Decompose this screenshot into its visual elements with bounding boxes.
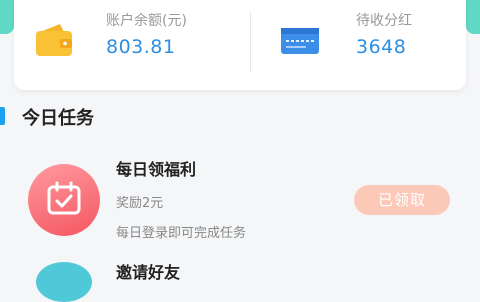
invite-icon xyxy=(36,262,92,302)
section-marker xyxy=(0,107,5,125)
balance-value: 803.81 xyxy=(106,36,176,58)
task-description: 每日登录即可完成任务 xyxy=(116,226,247,241)
header-accent-right xyxy=(466,0,480,34)
dividend-label: 待收分红 xyxy=(356,13,412,29)
calendar-check-icon xyxy=(28,164,100,236)
task-reward: 奖励2元 xyxy=(116,196,164,211)
dividend-value: 3648 xyxy=(356,36,407,58)
task-title: 每日领福利 xyxy=(116,160,197,179)
task-title: 邀请好友 xyxy=(116,263,181,282)
stat-divider xyxy=(250,12,251,72)
balance-label: 账户余额(元) xyxy=(106,13,187,29)
balance-stat[interactable]: 账户余额(元) 803.81 xyxy=(14,0,250,90)
header-accent-left xyxy=(0,0,14,34)
section-title: 今日任务 xyxy=(22,108,94,129)
wallet-icon xyxy=(36,24,72,56)
claimed-button[interactable]: 已领取 xyxy=(354,185,450,215)
ticket-icon xyxy=(281,28,319,54)
dividend-stat[interactable]: 待收分红 3648 xyxy=(252,0,466,90)
account-summary-card: 账户余额(元) 803.81 待收分红 3648 xyxy=(14,0,466,90)
